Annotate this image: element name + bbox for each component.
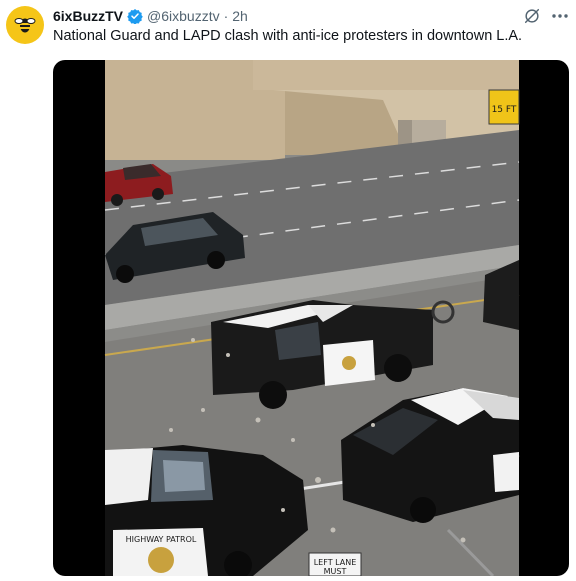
- clearance-sign: 15 FT: [492, 105, 517, 115]
- author-name[interactable]: 6ixBuzzTV: [53, 8, 123, 24]
- post-text: National Guard and LAPD clash with anti-…: [53, 28, 523, 44]
- lane-sign-line2: MUST: [324, 567, 347, 576]
- post-header: 6ixBuzzTV @6ixbuzztv · 2h: [53, 6, 248, 26]
- avatar[interactable]: [6, 6, 44, 44]
- bee-logo: [14, 18, 36, 33]
- more-icon[interactable]: [549, 6, 571, 26]
- author-handle[interactable]: @6ixbuzztv: [147, 8, 220, 24]
- video-frame: 15 FT HIGHWAY PATROL LEFT LANE MUST: [104, 60, 520, 576]
- car-door-text: HIGHWAY PATROL: [126, 535, 197, 544]
- post-time[interactable]: 2h: [232, 8, 248, 24]
- grok-icon[interactable]: [522, 6, 542, 26]
- separator-dot: ·: [223, 8, 229, 24]
- video-scene: 15 FT HIGHWAY PATROL LEFT LANE MUST: [104, 60, 520, 576]
- verified-badge-icon: [127, 8, 143, 24]
- post-video[interactable]: 15 FT HIGHWAY PATROL LEFT LANE MUST: [53, 60, 569, 576]
- lane-sign-line1: LEFT LANE: [314, 558, 357, 567]
